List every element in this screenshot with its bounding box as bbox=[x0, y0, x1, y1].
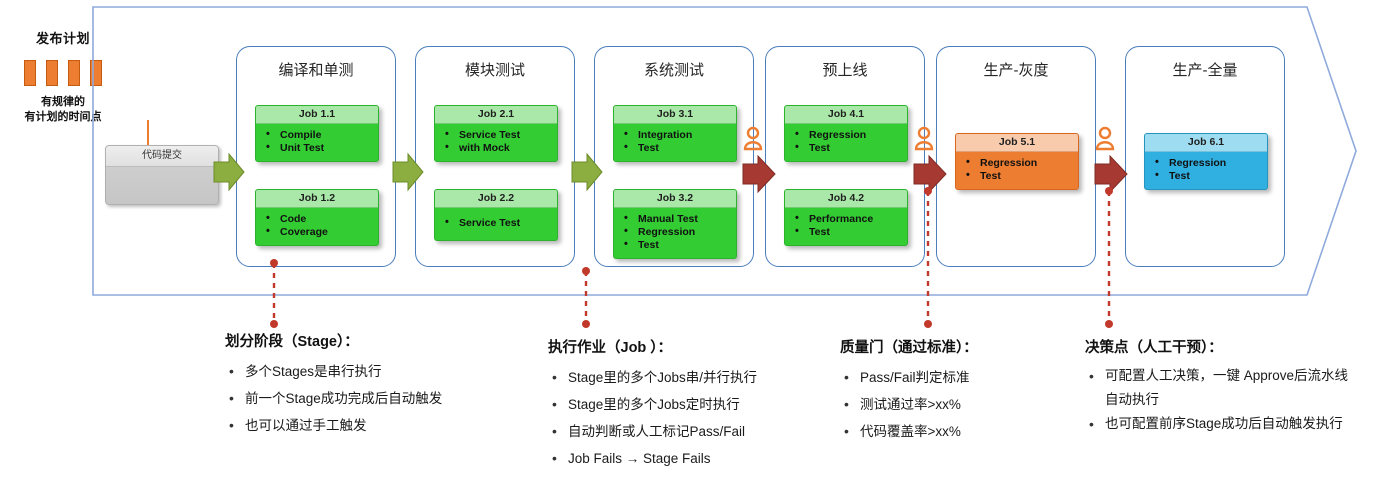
job-item: Regression bbox=[791, 128, 903, 142]
callout-quality-gate: 质量门（通过标准）： Pass/Fail判定标准 测试通过率>xx% 代码覆盖率… bbox=[840, 336, 1080, 445]
person-icon bbox=[1095, 126, 1115, 151]
job-title-1-2: Job 1.2 bbox=[256, 190, 378, 208]
job-items-3-2: Manual Test Regression Test bbox=[614, 208, 736, 258]
job-title-1-1: Job 1.1 bbox=[256, 106, 378, 124]
auto-arrow-commit-to-stage1 bbox=[213, 152, 245, 192]
callout-item: 前一个Stage成功完成后自动触发 bbox=[225, 385, 545, 412]
stage-box-1[interactable]: 编译和单测 Job 1.1 Compile Unit Test Job 1.2 … bbox=[236, 46, 396, 267]
job-title-4-1: Job 4.1 bbox=[785, 106, 907, 124]
job-items-4-2: Performance Test bbox=[785, 208, 907, 245]
callout-item: 可配置人工决策，一键 Approve后流水线自动执行 bbox=[1085, 364, 1357, 412]
job-card-4-2[interactable]: Job 4.2 Performance Test bbox=[784, 189, 908, 246]
job-items-3-1: Integration Test bbox=[614, 124, 736, 161]
job-card-6-1[interactable]: Job 6.1 Regression Test bbox=[1144, 133, 1268, 190]
release-plan-bar bbox=[46, 60, 58, 86]
job-card-1-1[interactable]: Job 1.1 Compile Unit Test bbox=[255, 105, 379, 162]
job-title-6-1: Job 6.1 bbox=[1145, 134, 1267, 152]
stage-title-1: 编译和单测 bbox=[278, 62, 354, 79]
callout-item: 自动判断或人工标记Pass/Fail bbox=[548, 418, 848, 445]
stage-box-3[interactable]: 系统测试 Job 3.1 Integration Test Job 3.2 Ma… bbox=[594, 46, 754, 267]
job-items-6-1: Regression Test bbox=[1145, 152, 1267, 189]
job-title-2-2: Job 2.2 bbox=[435, 190, 557, 208]
person-icon bbox=[743, 126, 763, 151]
job-card-2-2[interactable]: Job 2.2 Service Test bbox=[434, 189, 558, 241]
manual-gate-stage3-to-stage4[interactable] bbox=[740, 124, 780, 196]
auto-arrow-stage1-to-stage2 bbox=[392, 152, 424, 192]
callout-item: 也可配置前序Stage成功后自动触发执行 bbox=[1085, 412, 1357, 436]
callout-item: 测试通过率>xx% bbox=[840, 391, 1080, 418]
job-item: Regression bbox=[620, 225, 732, 239]
job-item-cont: Test bbox=[791, 141, 903, 155]
person-icon bbox=[914, 126, 934, 151]
stage-title-3: 系统测试 bbox=[643, 62, 704, 79]
release-plan-bar bbox=[68, 60, 80, 86]
callout-item: Pass/Fail判定标准 bbox=[840, 364, 1080, 391]
job-title-3-1: Job 3.1 bbox=[614, 106, 736, 124]
callout-title-job: 执行作业（Job ）： bbox=[548, 340, 673, 356]
job-item-cont: Test bbox=[962, 169, 1074, 183]
job-items-2-1: Service Test with Mock bbox=[435, 124, 557, 161]
job-items-1-2: Code Coverage bbox=[256, 208, 378, 245]
job-item: Integration bbox=[620, 128, 732, 142]
code-commit-label: 代码提交 bbox=[106, 146, 218, 167]
job-title-3-2: Job 3.2 bbox=[614, 190, 736, 208]
callout-title-quality-gate: 质量门（通过标准）： bbox=[840, 340, 978, 356]
callout-title-stage: 划分阶段（Stage）： bbox=[225, 334, 359, 350]
stage-box-5[interactable]: 生产-灰度 Job 5.1 Regression Test bbox=[936, 46, 1096, 267]
callout-item: Stage里的多个Jobs串/并行执行 bbox=[548, 364, 848, 391]
job-card-5-1[interactable]: Job 5.1 Regression Test bbox=[955, 133, 1079, 190]
callout-item: 多个Stages是串行执行 bbox=[225, 358, 545, 385]
job-card-3-2[interactable]: Job 3.2 Manual Test Regression Test bbox=[613, 189, 737, 259]
job-item-cont: Test bbox=[791, 225, 903, 239]
job-item-cont: Test bbox=[1151, 169, 1263, 183]
auto-arrow-stage2-to-stage3 bbox=[571, 152, 603, 192]
job-item-cont: Test bbox=[620, 141, 732, 155]
job-item: Regression bbox=[1151, 156, 1263, 170]
callout-job: 执行作业（Job ）： Stage里的多个Jobs串/并行执行 Stage里的多… bbox=[548, 336, 848, 472]
job-item: Manual Test bbox=[620, 212, 732, 226]
callout-item: Stage里的多个Jobs定时执行 bbox=[548, 391, 848, 418]
job-item: Service Test bbox=[441, 128, 553, 142]
job-card-1-2[interactable]: Job 1.2 Code Coverage bbox=[255, 189, 379, 246]
job-item: Code bbox=[262, 212, 374, 226]
callout-line-job bbox=[582, 267, 590, 328]
job-card-3-1[interactable]: Job 3.1 Integration Test bbox=[613, 105, 737, 162]
job-items-4-1: Regression Test bbox=[785, 124, 907, 161]
callout-line-decision-point bbox=[1105, 187, 1113, 328]
callout-item: 代码覆盖率>xx% bbox=[840, 418, 1080, 445]
release-plan-bar bbox=[24, 60, 36, 86]
job-item: Performance bbox=[791, 212, 903, 226]
callout-item: Job Fails → Stage Fails bbox=[548, 445, 848, 472]
callout-item: 也可以通过手工触发 bbox=[225, 412, 545, 439]
job-title-5-1: Job 5.1 bbox=[956, 134, 1078, 152]
stage-title-4: 预上线 bbox=[822, 62, 868, 79]
job-card-2-1[interactable]: Job 2.1 Service Test with Mock bbox=[434, 105, 558, 162]
callout-decision-point: 决策点（人工干预）： 可配置人工决策，一键 Approve后流水线自动执行 也可… bbox=[1085, 336, 1357, 436]
job-items-5-1: Regression Test bbox=[956, 152, 1078, 189]
stage-box-4[interactable]: 预上线 Job 4.1 Regression Test Job 4.2 Perf… bbox=[765, 46, 925, 267]
code-commit-box[interactable]: 代码提交 bbox=[105, 145, 219, 205]
job-item-cont: with Mock bbox=[441, 141, 553, 155]
stage-title-6: 生产-全量 bbox=[1172, 62, 1238, 79]
job-title-2-1: Job 2.1 bbox=[435, 106, 557, 124]
job-item: Compile bbox=[262, 128, 374, 142]
job-card-4-1[interactable]: Job 4.1 Regression Test bbox=[784, 105, 908, 162]
job-item: Regression bbox=[962, 156, 1074, 170]
stage-title-2: 模块测试 bbox=[464, 62, 525, 79]
job-item-cont: Test bbox=[620, 238, 732, 252]
job-items-2-2: Service Test bbox=[435, 208, 557, 240]
job-item-cont: Coverage bbox=[262, 225, 374, 239]
callout-line-quality-gate bbox=[924, 187, 932, 328]
callout-stage: 划分阶段（Stage）： 多个Stages是串行执行 前一个Stage成功完成后… bbox=[225, 330, 545, 439]
stage-title-5: 生产-灰度 bbox=[983, 62, 1049, 79]
stage-box-6[interactable]: 生产-全量 Job 6.1 Regression Test bbox=[1125, 46, 1285, 267]
job-item: Service Test bbox=[441, 216, 553, 230]
stage-box-2[interactable]: 模块测试 Job 2.1 Service Test with Mock Job … bbox=[415, 46, 575, 267]
callout-line-stage bbox=[270, 259, 278, 328]
job-item: Unit Test bbox=[262, 141, 374, 155]
job-title-4-2: Job 4.2 bbox=[785, 190, 907, 208]
job-items-1-1: Compile Unit Test bbox=[256, 124, 378, 161]
callout-title-decision-point: 决策点（人工干预）： bbox=[1085, 340, 1223, 356]
